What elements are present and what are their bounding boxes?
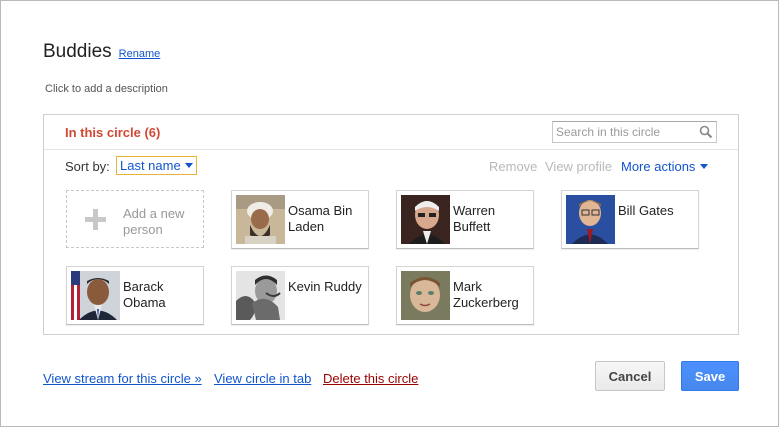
- view-stream-link[interactable]: View stream for this circle »: [43, 371, 202, 386]
- person-name: Bill Gates: [618, 203, 674, 218]
- avatar: [71, 271, 120, 320]
- panel-header: In this circle (6): [44, 115, 738, 150]
- person-card[interactable]: Barack Obama: [66, 266, 204, 325]
- delete-circle-link[interactable]: Delete this circle: [323, 371, 418, 386]
- person-card[interactable]: Mark Zuckerberg: [396, 266, 534, 325]
- person-card[interactable]: Bill Gates: [561, 190, 699, 249]
- edit-circle-dialog: Buddies Rename Click to add a descriptio…: [0, 0, 779, 427]
- chevron-down-icon: [184, 163, 193, 168]
- search-input[interactable]: [552, 121, 717, 143]
- avatar: [401, 271, 450, 320]
- avatar: [236, 271, 285, 320]
- sort-dropdown[interactable]: Last name: [116, 156, 197, 175]
- cancel-button[interactable]: Cancel: [595, 361, 665, 391]
- add-person-label: Add a new person: [123, 206, 185, 237]
- add-person-button[interactable]: Add a new person: [66, 190, 204, 248]
- title-row: Buddies Rename: [43, 41, 160, 63]
- sort-label: Sort by:: [65, 159, 110, 174]
- view-in-tab-link[interactable]: View circle in tab: [214, 371, 311, 386]
- chevron-down-icon: [700, 164, 709, 169]
- person-card[interactable]: Osama Bin Laden: [231, 190, 369, 249]
- remove-action[interactable]: Remove: [489, 159, 537, 174]
- view-profile-action[interactable]: View profile: [545, 159, 612, 174]
- search-icon[interactable]: [699, 125, 713, 139]
- sort-value: Last name: [120, 158, 181, 173]
- circle-title: Buddies: [43, 41, 112, 62]
- person-card[interactable]: Kevin Ruddy: [231, 266, 369, 325]
- avatar: [236, 195, 285, 244]
- person-name: Warren Buffett: [453, 203, 496, 234]
- more-actions-dropdown[interactable]: More actions: [621, 159, 709, 174]
- person-name: Osama Bin Laden: [288, 203, 353, 234]
- person-name: Barack Obama: [123, 279, 166, 310]
- circle-members-panel: In this circle (6) Sort by: Last name Re…: [43, 114, 739, 335]
- avatar: [401, 195, 450, 244]
- avatar: [566, 195, 615, 244]
- rename-link[interactable]: Rename: [119, 48, 161, 60]
- more-actions-label: More actions: [621, 159, 696, 174]
- person-name: Mark Zuckerberg: [453, 279, 519, 310]
- person-name: Kevin Ruddy: [288, 279, 362, 294]
- circle-count-label: In this circle (6): [65, 125, 161, 140]
- save-button[interactable]: Save: [681, 361, 739, 391]
- description-field[interactable]: Click to add a description: [45, 83, 168, 95]
- person-card[interactable]: Warren Buffett: [396, 190, 534, 249]
- plus-icon-bar: [85, 217, 106, 222]
